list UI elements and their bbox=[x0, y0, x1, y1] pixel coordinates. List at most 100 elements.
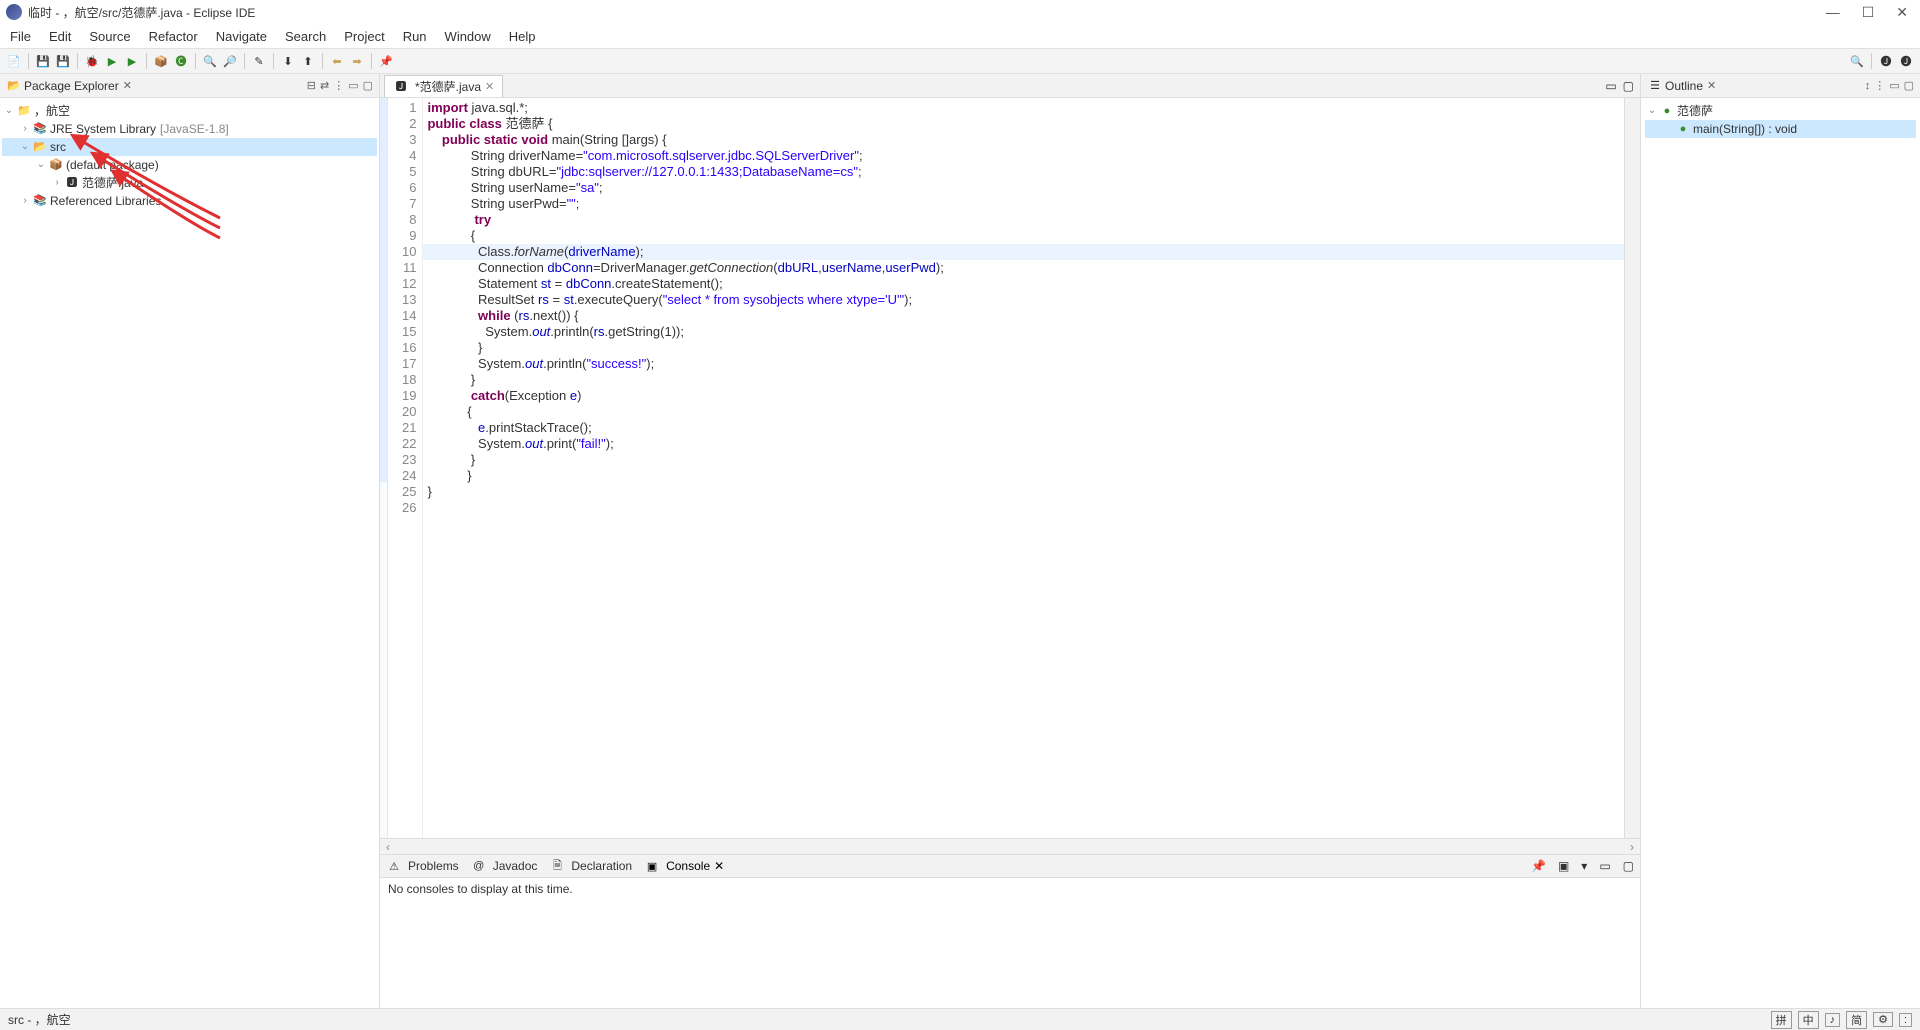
menu-navigate[interactable]: Navigate bbox=[216, 29, 267, 44]
tab-declaration[interactable]: 🗎Declaration bbox=[549, 859, 632, 873]
code-line[interactable]: public static void main(String []args) { bbox=[423, 132, 1624, 148]
code-area[interactable]: import java.sql.*;public class 范德萨 { pub… bbox=[423, 98, 1624, 838]
tab-javadoc[interactable]: @Javadoc bbox=[471, 859, 538, 873]
code-line[interactable]: public class 范德萨 { bbox=[423, 116, 1624, 132]
tree-jre[interactable]: › 📚 JRE System Library [JavaSE-1.8] bbox=[2, 120, 377, 138]
menu-file[interactable]: File bbox=[10, 29, 31, 44]
quick-access-icon[interactable]: 🔍 bbox=[1849, 53, 1865, 69]
chevron-down-icon[interactable]: ⌄ bbox=[2, 102, 16, 120]
tab-problems[interactable]: ⚠Problems bbox=[386, 859, 459, 873]
minimize-editor-icon[interactable]: ▭ bbox=[1605, 79, 1616, 93]
code-line[interactable]: Statement st = dbConn.createStatement(); bbox=[423, 276, 1624, 292]
maximize-editor-icon[interactable]: ▢ bbox=[1623, 79, 1634, 93]
prev-annotation-icon[interactable]: ⬆ bbox=[300, 53, 316, 69]
menu-search[interactable]: Search bbox=[285, 29, 326, 44]
ime-bar[interactable]: 拼 中 ♪ 简 ⚙ : bbox=[1771, 1011, 1912, 1029]
code-line[interactable]: System.out.println("success!"); bbox=[423, 356, 1624, 372]
ime-colon[interactable]: : bbox=[1899, 1013, 1912, 1027]
tree-referenced-libs[interactable]: › 📚 Referenced Libraries bbox=[2, 192, 377, 210]
code-line[interactable]: Connection dbConn=DriverManager.getConne… bbox=[423, 260, 1624, 276]
close-view-icon[interactable]: ✕ bbox=[123, 79, 132, 92]
chevron-down-icon[interactable]: ⌄ bbox=[34, 156, 48, 174]
horizontal-scrollbar[interactable]: ‹ › bbox=[380, 838, 1640, 854]
filter-icon[interactable]: ⋮ bbox=[1874, 79, 1885, 92]
perspective-java-icon[interactable]: 🅙 bbox=[1878, 53, 1894, 69]
ime-audio[interactable]: ♪ bbox=[1825, 1013, 1841, 1027]
code-line[interactable]: import java.sql.*; bbox=[423, 100, 1624, 116]
menu-edit[interactable]: Edit bbox=[49, 29, 71, 44]
ime-simp[interactable]: 简 bbox=[1846, 1011, 1867, 1029]
chevron-right-icon[interactable]: › bbox=[50, 174, 64, 192]
menu-project[interactable]: Project bbox=[344, 29, 384, 44]
code-line[interactable]: String userName="sa"; bbox=[423, 180, 1624, 196]
scroll-left-icon[interactable]: ‹ bbox=[380, 840, 396, 854]
code-line[interactable]: System.out.println(rs.getString(1)); bbox=[423, 324, 1624, 340]
code-line[interactable]: } bbox=[423, 452, 1624, 468]
minimize-view-icon[interactable]: ▭ bbox=[1889, 79, 1899, 92]
code-line[interactable]: { bbox=[423, 228, 1624, 244]
new-package-icon[interactable]: 📦 bbox=[153, 53, 169, 69]
code-line[interactable]: } bbox=[423, 340, 1624, 356]
outline-method[interactable]: ● main(String[]) : void bbox=[1645, 120, 1916, 138]
maximize-view-icon[interactable]: ▢ bbox=[1904, 79, 1914, 92]
ime-pin[interactable]: 拼 bbox=[1771, 1011, 1792, 1029]
next-annotation-icon[interactable]: ⬇ bbox=[280, 53, 296, 69]
sort-icon[interactable]: ↕ bbox=[1865, 80, 1871, 92]
open-type-icon[interactable]: 🔍 bbox=[202, 53, 218, 69]
outline-class[interactable]: ⌄ ● 范德萨 bbox=[1645, 102, 1916, 120]
back-icon[interactable]: ⬅ bbox=[329, 53, 345, 69]
code-line[interactable] bbox=[423, 500, 1624, 516]
code-line[interactable]: ResultSet rs = st.executeQuery("select *… bbox=[423, 292, 1624, 308]
code-line[interactable]: try bbox=[423, 212, 1624, 228]
menu-source[interactable]: Source bbox=[89, 29, 130, 44]
code-line[interactable]: while (rs.next()) { bbox=[423, 308, 1624, 324]
close-button[interactable]: ✕ bbox=[1896, 4, 1908, 21]
save-all-icon[interactable]: 💾 bbox=[55, 53, 71, 69]
save-icon[interactable]: 💾 bbox=[35, 53, 51, 69]
menu-help[interactable]: Help bbox=[509, 29, 536, 44]
ime-gear[interactable]: ⚙ bbox=[1873, 1012, 1893, 1027]
ime-lang[interactable]: 中 bbox=[1798, 1011, 1819, 1029]
search-icon[interactable]: 🔎 bbox=[222, 53, 238, 69]
close-tab-icon[interactable]: ✕ bbox=[714, 859, 724, 873]
console-pin-icon[interactable]: 📌 bbox=[1531, 859, 1546, 873]
scroll-right-icon[interactable]: › bbox=[1624, 840, 1640, 854]
console-open-icon[interactable]: ▾ bbox=[1581, 859, 1587, 873]
code-line[interactable]: } bbox=[423, 484, 1624, 500]
code-line[interactable]: catch(Exception e) bbox=[423, 388, 1624, 404]
maximize-button[interactable]: ☐ bbox=[1862, 4, 1875, 21]
close-view-icon[interactable]: ✕ bbox=[1707, 79, 1716, 92]
console-display-icon[interactable]: ▣ bbox=[1558, 859, 1569, 873]
code-line[interactable]: { bbox=[423, 404, 1624, 420]
tree-default-package[interactable]: ⌄ 📦 (default package) bbox=[2, 156, 377, 174]
code-line[interactable]: Class.forName(driverName); bbox=[423, 244, 1624, 260]
perspective-debug-icon[interactable]: 🅙 bbox=[1898, 53, 1914, 69]
minimize-view-icon[interactable]: ▭ bbox=[1599, 859, 1610, 873]
close-tab-icon[interactable]: ✕ bbox=[485, 80, 494, 93]
chevron-down-icon[interactable]: ⌄ bbox=[1645, 102, 1659, 120]
view-menu-icon[interactable]: ⋮ bbox=[333, 79, 344, 92]
code-line[interactable]: String userPwd=""; bbox=[423, 196, 1624, 212]
maximize-view-icon[interactable]: ▢ bbox=[1623, 859, 1634, 873]
chevron-right-icon[interactable]: › bbox=[18, 120, 32, 138]
pin-icon[interactable]: 📌 bbox=[378, 53, 394, 69]
tree-project[interactable]: ⌄ 📁 ，航空 bbox=[2, 102, 377, 120]
new-class-icon[interactable]: 🅒 bbox=[173, 53, 189, 69]
chevron-down-icon[interactable]: ⌄ bbox=[18, 138, 32, 156]
package-tree[interactable]: ⌄ 📁 ，航空 › 📚 JRE System Library [JavaSE-1… bbox=[0, 98, 379, 1008]
minimize-button[interactable]: — bbox=[1826, 4, 1840, 21]
tree-java-file[interactable]: › 🅹 范德萨.java bbox=[2, 174, 377, 192]
minimize-view-icon[interactable]: ▭ bbox=[348, 79, 358, 92]
tab-console[interactable]: ▣Console✕ bbox=[644, 859, 724, 873]
forward-icon[interactable]: ➡ bbox=[349, 53, 365, 69]
code-line[interactable]: String driverName="com.microsoft.sqlserv… bbox=[423, 148, 1624, 164]
menu-refactor[interactable]: Refactor bbox=[149, 29, 198, 44]
editor-area[interactable]: 1234567891011121314151617181920212223242… bbox=[380, 98, 1640, 838]
code-line[interactable]: } bbox=[423, 372, 1624, 388]
code-line[interactable]: System.out.print("fail!"); bbox=[423, 436, 1624, 452]
code-line[interactable]: } bbox=[423, 468, 1624, 484]
chevron-right-icon[interactable]: › bbox=[18, 192, 32, 210]
menu-window[interactable]: Window bbox=[445, 29, 491, 44]
code-line[interactable]: String dbURL="jdbc:sqlserver://127.0.0.1… bbox=[423, 164, 1624, 180]
new-icon[interactable]: 📄 bbox=[6, 53, 22, 69]
